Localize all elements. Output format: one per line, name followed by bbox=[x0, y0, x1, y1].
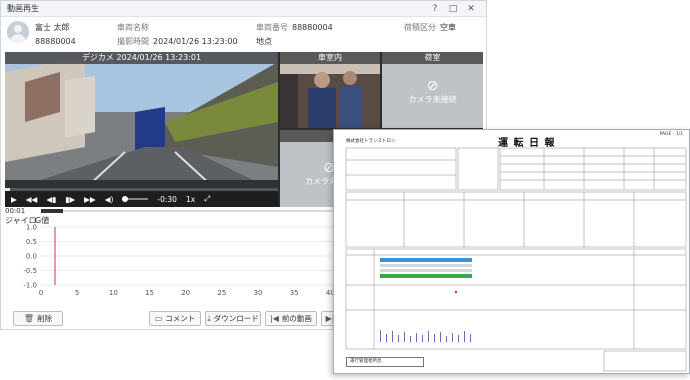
camera-off-icon: ⊘ bbox=[426, 78, 439, 94]
avatar bbox=[7, 21, 29, 43]
driver-id: 88880004 bbox=[35, 37, 76, 46]
previous-video-button[interactable]: |◀ 前の動画 bbox=[265, 311, 317, 326]
gyro-y-tick: 0.5 bbox=[26, 238, 37, 246]
place-label: 地点 bbox=[256, 37, 272, 46]
gyro-x-tick: 0 bbox=[39, 289, 43, 295]
rewind-icon[interactable]: ◀◀ bbox=[26, 195, 38, 204]
front-camera-video[interactable]: デジカメ 2024/01/26 13:23:01 ▶ ◀◀ ◀▮ ▮▶ ▶▶ ◀… bbox=[5, 52, 278, 207]
driver-name: 富士 太郎 bbox=[35, 23, 70, 32]
cargo-value: 空車 bbox=[440, 23, 456, 32]
previous-icon: |◀ bbox=[270, 314, 279, 323]
volume-slider[interactable] bbox=[122, 196, 149, 202]
delete-button[interactable]: 🗑 削除 bbox=[13, 311, 63, 326]
trash-icon: 🗑 bbox=[23, 314, 35, 323]
title-bar: 動画再生 ? □ ✕ bbox=[1, 1, 486, 17]
previous-label: 前の動画 bbox=[281, 314, 312, 323]
gyro-y-tick: -0.5 bbox=[23, 267, 37, 275]
maximize-icon[interactable]: □ bbox=[444, 4, 462, 14]
close-icon[interactable]: ✕ bbox=[462, 4, 480, 14]
driver-info: 富士 太郎 88880004 bbox=[35, 21, 76, 49]
comment-icon: ▭ bbox=[154, 314, 163, 323]
help-icon[interactable]: ? bbox=[426, 4, 444, 14]
step-back-icon[interactable]: ◀▮ bbox=[46, 195, 56, 204]
vehicle-number-info: 車両番号 88880004 地点 bbox=[256, 21, 333, 49]
cargo-no-camera: ⊘ カメラ未接続 bbox=[382, 78, 483, 105]
gyro-x-tick: 35 bbox=[290, 289, 299, 295]
timeline-handle[interactable] bbox=[41, 209, 63, 213]
vehicle-number-label: 車両番号 bbox=[256, 23, 288, 32]
gyro-unit: G値 bbox=[35, 216, 50, 225]
gyro-x-tick: 25 bbox=[217, 289, 226, 295]
gyro-x-tick: 20 bbox=[181, 289, 190, 295]
comment-label: コメント bbox=[165, 314, 196, 323]
front-camera-label: デジカメ 2024/01/26 13:23:01 bbox=[5, 52, 278, 64]
gyro-x-tick: 15 bbox=[145, 289, 154, 295]
remaining-time: -0:30 bbox=[157, 194, 177, 204]
playback-speed[interactable]: 1x bbox=[186, 195, 195, 204]
gyro-y-tick: 0.0 bbox=[26, 253, 37, 261]
delete-label: 削除 bbox=[37, 314, 53, 323]
fullscreen-icon[interactable]: ⤢ bbox=[204, 194, 210, 204]
download-icon: ⤓ bbox=[207, 313, 211, 323]
player-controls: ▶ ◀◀ ◀▮ ▮▶ ▶▶ ◀) -0:30 1x ⤢ bbox=[5, 191, 278, 207]
gyro-x-tick: 30 bbox=[254, 289, 263, 295]
vehicle-number-value: 88880004 bbox=[292, 23, 333, 32]
front-camera-frame bbox=[5, 52, 278, 207]
report-grid bbox=[345, 147, 687, 372]
gyro-label: ジャイロ bbox=[5, 216, 37, 225]
download-button[interactable]: ⤓ ダウンロード bbox=[205, 311, 261, 326]
gyro-y-tick: -1.0 bbox=[23, 282, 37, 290]
daily-driving-report: 株式会社トランストロン 運 転 日 報 PAGE : 1/1 運行管理者所見 bbox=[333, 129, 690, 374]
cabin-camera-video[interactable]: 車室内 bbox=[280, 52, 380, 128]
cargo-camera-panel[interactable]: 荷室 ⊘ カメラ未接続 bbox=[382, 52, 483, 128]
vehicle-name-label: 車両名称 bbox=[117, 23, 149, 32]
cargo-label: 荷積区分 bbox=[404, 23, 436, 32]
report-footer-label: 運行管理者所見 bbox=[346, 357, 424, 367]
cargo-no-camera-text: カメラ未接続 bbox=[408, 95, 457, 104]
shot-time-value: 2024/01/26 13:23:00 bbox=[153, 37, 238, 46]
elapsed-time: 00:01 bbox=[5, 207, 26, 215]
cargo-info: 荷積区分 空車 bbox=[404, 21, 456, 35]
shot-time-label: 撮影時間 bbox=[117, 37, 149, 46]
volume-icon[interactable]: ◀) bbox=[105, 195, 114, 204]
gyro-x-tick: 10 bbox=[109, 289, 118, 295]
window-title: 動画再生 bbox=[7, 4, 39, 13]
vehicle-info: 車両名称 撮影時間 2024/01/26 13:23:00 bbox=[117, 21, 238, 49]
fast-forward-icon[interactable]: ▶▶ bbox=[84, 195, 96, 204]
cargo-camera-label: 荷室 bbox=[382, 52, 483, 64]
cabin-camera-label: 車室内 bbox=[280, 52, 380, 64]
step-forward-icon[interactable]: ▮▶ bbox=[65, 195, 75, 204]
gyro-x-tick: 5 bbox=[75, 289, 79, 295]
play-icon[interactable]: ▶ bbox=[11, 195, 17, 204]
comment-button[interactable]: ▭ コメント bbox=[149, 311, 201, 326]
download-label: ダウンロード bbox=[213, 314, 259, 323]
trip-info-header: 富士 太郎 88880004 車両名称 撮影時間 2024/01/26 13:23… bbox=[1, 17, 486, 51]
